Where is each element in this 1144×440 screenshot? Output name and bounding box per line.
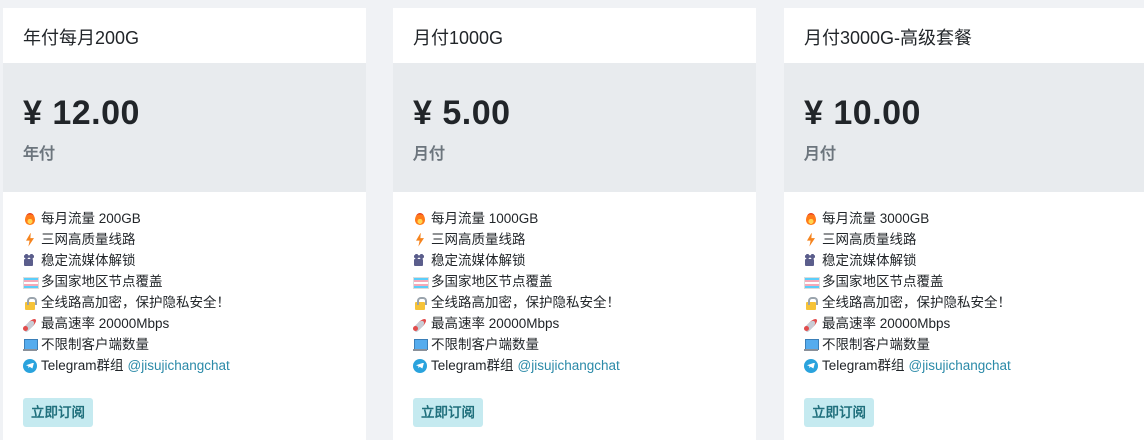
feature-list: 每月流量 3000GB 三网高质量线路 稳定流媒体解锁 多国家地区节点覆盖 全线… bbox=[784, 192, 1144, 376]
lock-icon bbox=[804, 296, 818, 310]
feature-text: 最高速率 20000Mbps bbox=[41, 316, 170, 331]
plan-price: ¥ 10.00 bbox=[804, 94, 921, 132]
laptop-icon bbox=[23, 338, 38, 352]
film-camera-icon bbox=[413, 253, 427, 268]
lightning-icon bbox=[804, 233, 818, 247]
feature-item: 最高速率 20000Mbps bbox=[23, 313, 346, 334]
feature-item: 多国家地区节点覆盖 bbox=[23, 271, 346, 292]
fire-icon bbox=[23, 212, 37, 226]
plan-card: 月付1000G ¥ 5.00 月付 每月流量 1000GB 三网高质量线路 稳定… bbox=[393, 8, 756, 440]
plan-title: 月付1000G bbox=[413, 28, 504, 48]
lightning-icon bbox=[23, 233, 37, 247]
telegram-icon bbox=[23, 358, 37, 373]
rocket-icon bbox=[804, 317, 818, 331]
feature-text: 不限制客户端数量 bbox=[822, 337, 930, 352]
telegram-link[interactable]: @jisujichangchat bbox=[909, 355, 1011, 376]
flag-icon bbox=[804, 275, 820, 289]
feature-item: 多国家地区节点覆盖 bbox=[804, 271, 1127, 292]
feature-item: 三网高质量线路 bbox=[413, 229, 736, 250]
subscribe-button[interactable]: 立即订阅 bbox=[23, 398, 93, 427]
feature-item: 最高速率 20000Mbps bbox=[413, 313, 736, 334]
feature-text: 三网高质量线路 bbox=[431, 232, 526, 247]
telegram-label: Telegram群组 bbox=[822, 358, 905, 373]
feature-text: 多国家地区节点覆盖 bbox=[822, 274, 944, 289]
telegram-label: Telegram群组 bbox=[431, 358, 514, 373]
feature-item: 稳定流媒体解锁 bbox=[23, 250, 346, 271]
telegram-item: Telegram群组 @jisujichangchat bbox=[413, 355, 736, 376]
feature-item: 稳定流媒体解锁 bbox=[413, 250, 736, 271]
film-camera-icon bbox=[804, 253, 818, 268]
lock-icon bbox=[413, 296, 427, 310]
plan-price: ¥ 12.00 bbox=[23, 94, 140, 132]
telegram-item: Telegram群组 @jisujichangchat bbox=[23, 355, 346, 376]
subscribe-button[interactable]: 立即订阅 bbox=[804, 398, 874, 427]
lock-icon bbox=[23, 296, 37, 310]
flag-icon bbox=[23, 275, 39, 289]
rocket-icon bbox=[413, 317, 427, 331]
feature-text: 多国家地区节点覆盖 bbox=[41, 274, 163, 289]
feature-text: 最高速率 20000Mbps bbox=[822, 316, 951, 331]
plan-title: 年付每月200G bbox=[23, 28, 140, 48]
feature-item: 每月流量 3000GB bbox=[804, 208, 1127, 229]
feature-item: 不限制客户端数量 bbox=[23, 334, 346, 355]
plan-period: 月付 bbox=[413, 146, 446, 163]
plan-cards: 年付每月200G ¥ 12.00 年付 每月流量 200GB 三网高质量线路 稳… bbox=[0, 0, 1144, 440]
feature-item: 全线路高加密，保护隐私安全！ bbox=[804, 292, 1127, 313]
plan-period: 月付 bbox=[804, 146, 837, 163]
telegram-icon bbox=[413, 358, 427, 373]
plan-period: 年付 bbox=[23, 146, 56, 163]
price-block: ¥ 12.00 年付 bbox=[3, 63, 366, 192]
telegram-label: Telegram群组 bbox=[41, 358, 124, 373]
feature-text: 全线路高加密，保护隐私安全！ bbox=[822, 295, 1011, 310]
feature-text: 每月流量 3000GB bbox=[822, 211, 930, 226]
feature-list: 每月流量 1000GB 三网高质量线路 稳定流媒体解锁 多国家地区节点覆盖 全线… bbox=[393, 192, 756, 376]
telegram-icon bbox=[804, 358, 818, 373]
feature-item: 全线路高加密，保护隐私安全！ bbox=[23, 292, 346, 313]
feature-text: 稳定流媒体解锁 bbox=[41, 253, 136, 268]
feature-item: 稳定流媒体解锁 bbox=[804, 250, 1127, 271]
feature-list: 每月流量 200GB 三网高质量线路 稳定流媒体解锁 多国家地区节点覆盖 全线路… bbox=[3, 192, 366, 376]
feature-item: 全线路高加密，保护隐私安全！ bbox=[413, 292, 736, 313]
plan-title: 月付3000G-高级套餐 bbox=[804, 28, 973, 48]
feature-text: 不限制客户端数量 bbox=[41, 337, 149, 352]
feature-text: 稳定流媒体解锁 bbox=[431, 253, 526, 268]
plan-price: ¥ 5.00 bbox=[413, 94, 511, 132]
feature-text: 稳定流媒体解锁 bbox=[822, 253, 917, 268]
feature-text: 三网高质量线路 bbox=[822, 232, 917, 247]
feature-text: 不限制客户端数量 bbox=[431, 337, 539, 352]
telegram-link[interactable]: @jisujichangchat bbox=[128, 355, 230, 376]
feature-text: 每月流量 200GB bbox=[41, 211, 141, 226]
plan-card: 年付每月200G ¥ 12.00 年付 每月流量 200GB 三网高质量线路 稳… bbox=[3, 8, 366, 440]
laptop-icon bbox=[804, 338, 819, 352]
feature-item: 三网高质量线路 bbox=[804, 229, 1127, 250]
feature-text: 最高速率 20000Mbps bbox=[431, 316, 560, 331]
feature-item: 不限制客户端数量 bbox=[413, 334, 736, 355]
feature-item: 每月流量 200GB bbox=[23, 208, 346, 229]
feature-text: 三网高质量线路 bbox=[41, 232, 136, 247]
plan-card: 月付3000G-高级套餐 ¥ 10.00 月付 每月流量 3000GB 三网高质… bbox=[784, 8, 1144, 440]
feature-text: 多国家地区节点覆盖 bbox=[431, 274, 553, 289]
subscribe-button[interactable]: 立即订阅 bbox=[413, 398, 483, 427]
fire-icon bbox=[804, 212, 818, 226]
telegram-link[interactable]: @jisujichangchat bbox=[518, 355, 620, 376]
flag-icon bbox=[413, 275, 429, 289]
feature-text: 全线路高加密，保护隐私安全！ bbox=[41, 295, 230, 310]
lightning-icon bbox=[413, 233, 427, 247]
feature-text: 全线路高加密，保护隐私安全！ bbox=[431, 295, 620, 310]
laptop-icon bbox=[413, 338, 428, 352]
feature-item: 每月流量 1000GB bbox=[413, 208, 736, 229]
feature-text: 每月流量 1000GB bbox=[431, 211, 539, 226]
feature-item: 三网高质量线路 bbox=[23, 229, 346, 250]
price-block: ¥ 10.00 月付 bbox=[784, 63, 1144, 192]
feature-item: 最高速率 20000Mbps bbox=[804, 313, 1127, 334]
fire-icon bbox=[413, 212, 427, 226]
feature-item: 多国家地区节点覆盖 bbox=[413, 271, 736, 292]
rocket-icon bbox=[23, 317, 37, 331]
price-block: ¥ 5.00 月付 bbox=[393, 63, 756, 192]
film-camera-icon bbox=[23, 253, 37, 268]
feature-item: 不限制客户端数量 bbox=[804, 334, 1127, 355]
telegram-item: Telegram群组 @jisujichangchat bbox=[804, 355, 1127, 376]
